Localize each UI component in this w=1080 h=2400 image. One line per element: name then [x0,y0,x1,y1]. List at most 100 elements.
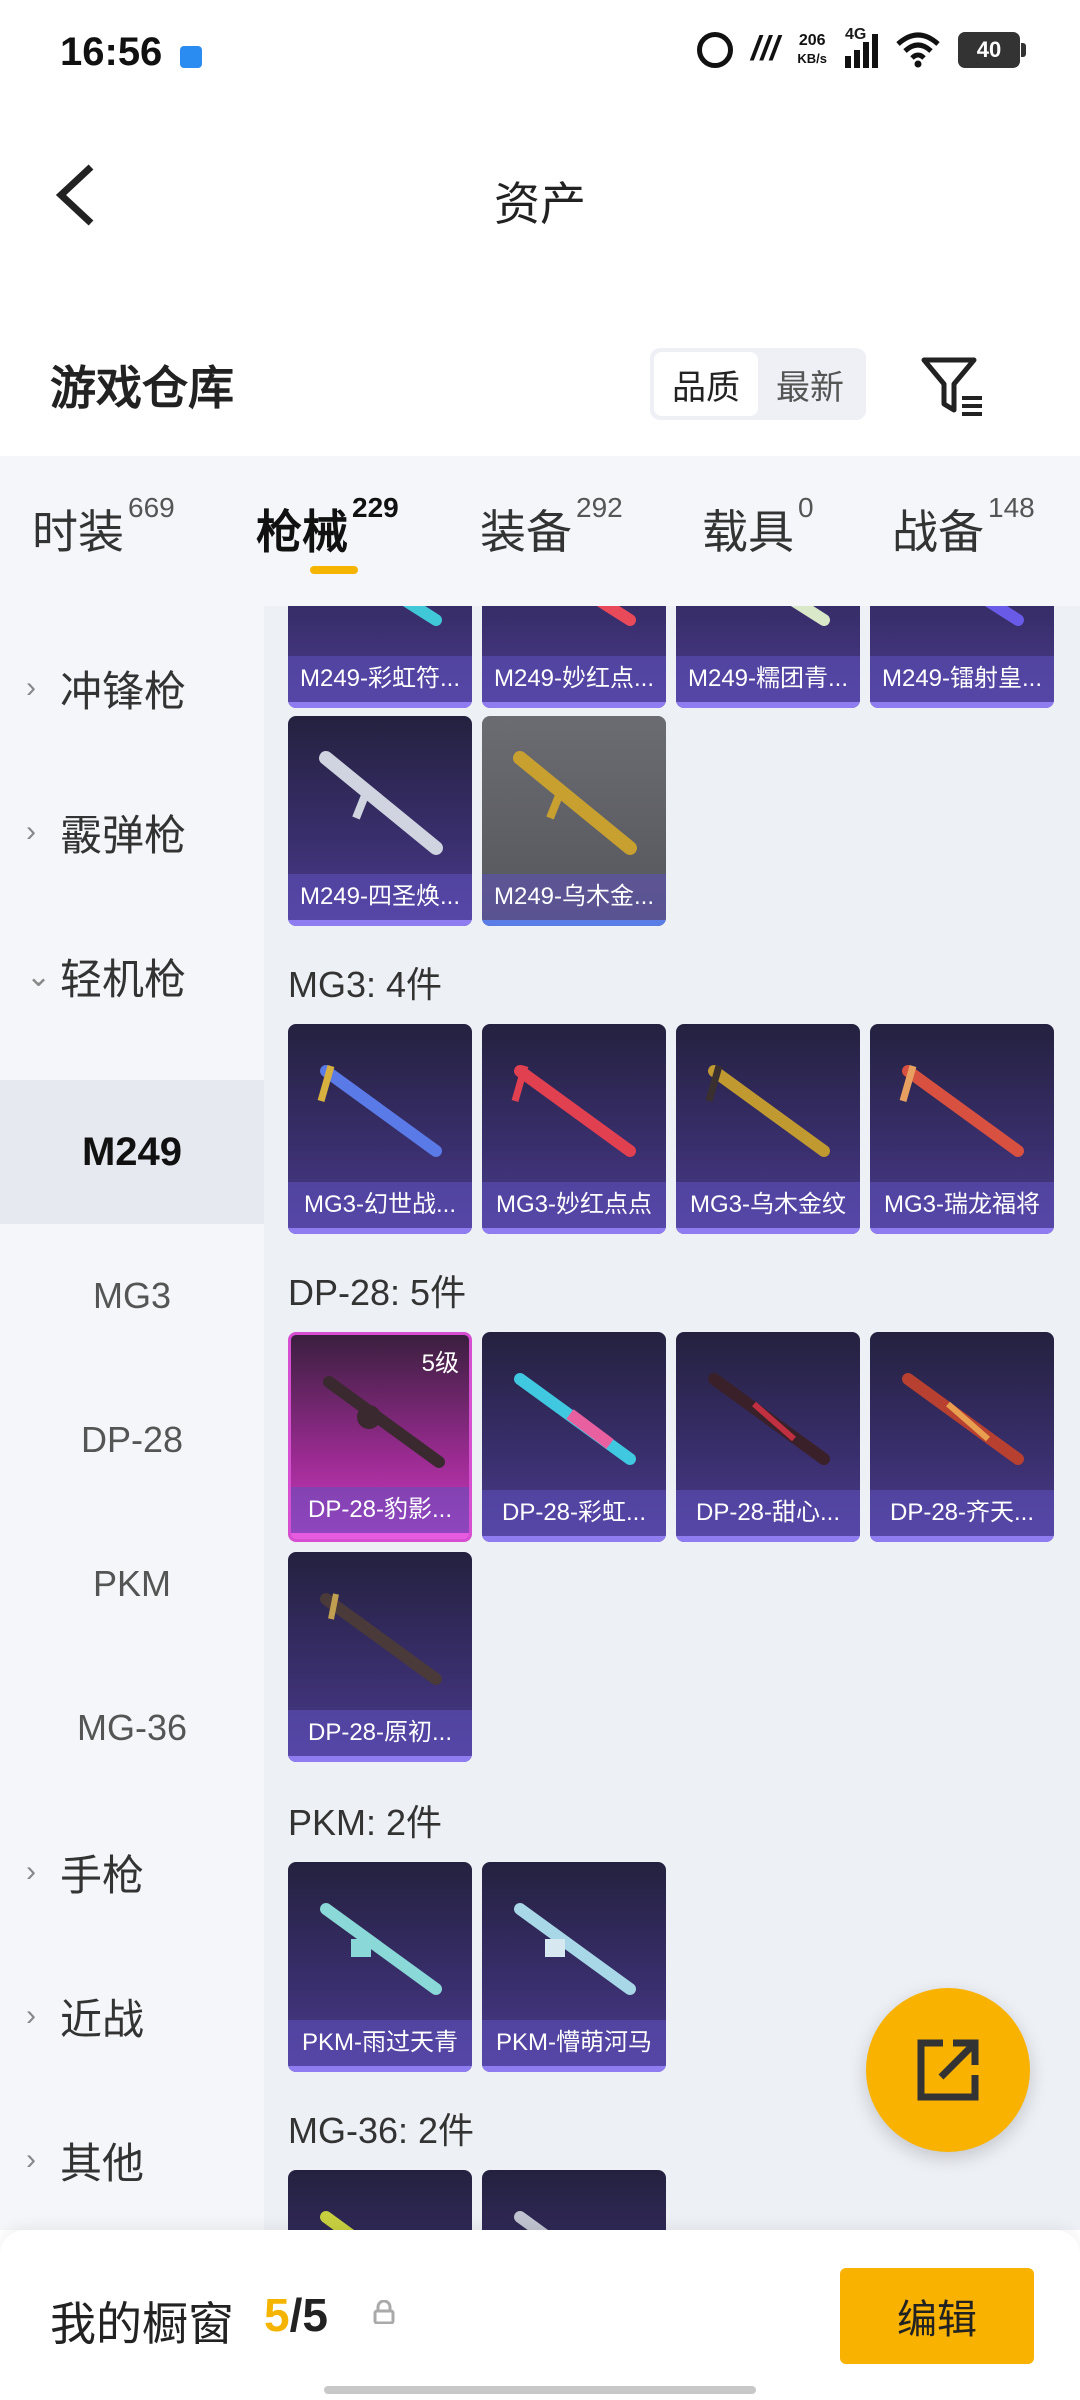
nav-bar: 资产 [0,110,1080,280]
weapon-card[interactable]: MG3-妙红点点 [482,1024,666,1234]
share-fab-button[interactable] [866,1988,1030,2152]
weapon-card[interactable] [482,2170,666,2230]
weapon-name: MG3-瑞龙福将 [870,1182,1054,1228]
weapon-name: M249-乌木金... [482,874,666,920]
weapon-grid: M249-彩虹符... M249-妙红点... M249-糯团青... M249… [264,606,1080,2230]
weapon-card[interactable]: 5级 DP-28-豹影... [288,1332,472,1542]
chevron-right-icon: › [26,1855,36,1888]
weapon-image [317,1065,442,1157]
sidebar-item-m249[interactable]: M249 [0,1080,264,1224]
carrier-icon: /// [751,30,780,68]
weapon-image [319,751,443,855]
weapon-image [984,606,1024,626]
battery-icon: 40 [958,31,1026,68]
showcase-title: 我的橱窗 [50,2298,234,2350]
weapon-card[interactable]: MG3-幻世战... [288,1024,472,1234]
weapon-card[interactable]: M249-妙红点... [482,606,666,708]
chevron-right-icon: › [26,1999,36,2032]
showcase-bar: 我的橱窗 5/5 编辑 [0,2230,1080,2400]
page-title: 资产 [494,178,586,230]
signal-icon: 4G [845,26,878,68]
lock-icon [373,2300,395,2324]
weapon-image [323,1376,445,1468]
weapon-name: PKM-雨过天青 [288,2020,472,2066]
sort-quality-button[interactable]: 品质 [654,352,758,416]
chevron-down-icon: ⌄ [26,959,52,993]
weapon-card[interactable]: PKM-雨过天青 [288,1862,472,2072]
weapon-image [402,606,442,626]
sidebar-item-melee[interactable]: › 近战 [0,1944,264,2088]
app-notification-icon [180,46,202,68]
weapon-image [320,1593,442,1685]
weapon-image [513,751,637,855]
weapon-name: MG3-乌木金纹 [676,1182,860,1228]
weapon-name: DP-28-豹影... [291,1487,469,1533]
weapon-card[interactable]: M249-彩虹符... [288,606,472,708]
weapon-type-sidebar: › 冲锋枪 › 霰弹枪 ⌄ 轻机枪 M249 MG3 DP-28 PKM MG-36 … [0,606,264,2230]
showcase-count: 5/5 [264,2289,328,2341]
group-title-dp28: DP-28: 5件 [288,1272,467,1313]
edit-button[interactable]: 编辑 [840,2268,1034,2364]
weapon-card[interactable] [288,2170,472,2230]
weapon-image [790,606,830,626]
weapon-card[interactable]: MG3-瑞龙福将 [870,1024,1054,1234]
sort-toggle: 品质 最新 [650,348,866,420]
weapon-image [514,2211,549,2230]
tab-weapons[interactable]: 枪械 229 [256,492,399,562]
home-indicator[interactable] [324,2386,756,2394]
filter-icon[interactable] [920,354,986,420]
status-bar: 16:56 /// 206 KB/s 4G 40 [0,0,1080,110]
weapon-name: DP-28-原初... [288,1710,472,1756]
weapon-image [899,1065,1024,1157]
weapon-card[interactable]: M249-乌木金... [482,716,666,926]
sidebar-item-shotgun[interactable]: › 霰弹枪 [0,760,264,904]
weapon-image [902,1373,1024,1465]
sidebar-item-dp28[interactable]: DP-28 [0,1368,264,1512]
weapon-name: M249-彩虹符... [288,656,472,702]
sidebar-item-mg3[interactable]: MG3 [0,1224,264,1368]
weapon-name: DP-28-彩虹... [482,1490,666,1536]
weapon-image [320,1903,442,1995]
chevron-right-icon: › [26,671,36,704]
alarm-icon [697,31,734,68]
weapon-card[interactable]: DP-28-原初... [288,1552,472,1762]
weapon-card[interactable]: DP-28-甜心... [676,1332,860,1542]
weapon-card[interactable]: M249-镭射皇... [870,606,1054,708]
group-title-pkm: PKM: 2件 [288,1802,443,1843]
category-tabs: 时装 669 枪械 229 装备 292 载具 0 战备 148 [0,456,1080,606]
weapon-name: DP-28-齐天... [870,1490,1054,1536]
sidebar-item-mg36[interactable]: MG-36 [0,1656,264,1800]
weapon-name: MG3-幻世战... [288,1182,472,1228]
share-external-icon [917,2039,979,2101]
tab-supplies[interactable]: 战备 148 [892,492,1035,562]
weapon-image [514,1373,636,1465]
weapon-image [320,2211,355,2230]
weapon-name: PKM-懵萌河马 [482,2020,666,2066]
sort-newest-button[interactable]: 最新 [758,352,862,416]
chevron-right-icon: › [26,2143,36,2176]
sidebar-item-pkm[interactable]: PKM [0,1512,264,1656]
network-speed: 206 KB/s [797,31,827,66]
weapon-name: M249-糯团青... [676,656,860,702]
weapon-card[interactable]: DP-28-齐天... [870,1332,1054,1542]
warehouse-title: 游戏仓库 [50,362,234,414]
sidebar-item-pistol[interactable]: › 手枪 [0,1800,264,1944]
weapon-card[interactable]: M249-四圣焕... [288,716,472,926]
weapon-image [708,1373,830,1465]
sidebar-item-smg[interactable]: › 冲锋枪 [0,616,264,760]
weapon-name: M249-妙红点... [482,656,666,702]
sidebar-item-other[interactable]: › 其他 [0,2088,264,2232]
sidebar-item-lmg[interactable]: ⌄ 轻机枪 [0,904,264,1048]
weapon-image [705,1065,830,1157]
tab-fashion[interactable]: 时装 669 [32,492,175,562]
tab-vehicles[interactable]: 载具 0 [702,492,814,562]
weapon-name: M249-镭射皇... [870,656,1054,702]
weapon-card[interactable]: DP-28-彩虹... [482,1332,666,1542]
weapon-card[interactable]: MG3-乌木金纹 [676,1024,860,1234]
weapon-image [511,1065,636,1157]
chevron-right-icon: › [26,815,36,848]
active-tab-indicator [310,566,358,574]
weapon-card[interactable]: PKM-懵萌河马 [482,1862,666,2072]
weapon-card[interactable]: M249-糯团青... [676,606,860,708]
tab-equipment[interactable]: 装备 292 [480,492,623,562]
